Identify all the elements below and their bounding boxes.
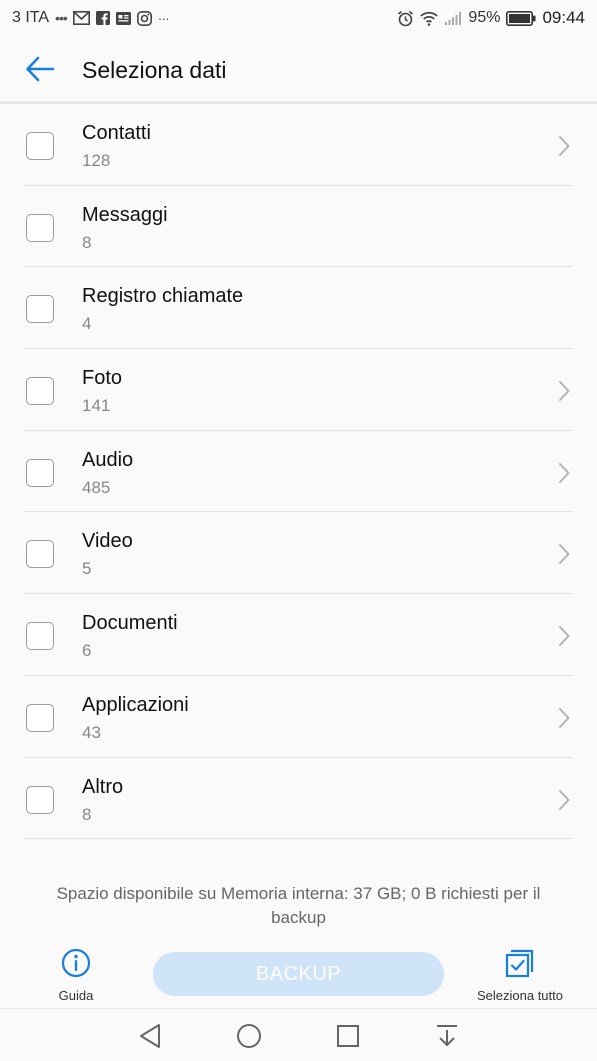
- chevron-right-icon[interactable]: [556, 625, 572, 647]
- guide-button[interactable]: Guida: [40, 948, 112, 1003]
- select-all-label: Seleziona tutto: [476, 988, 563, 1003]
- list-item[interactable]: Altro 8: [0, 758, 597, 840]
- item-count: 43: [82, 722, 101, 742]
- list-item[interactable]: Registro chiamate 4: [0, 267, 597, 350]
- item-label: Documenti: [82, 612, 178, 635]
- list-item[interactable]: Documenti 6: [0, 594, 597, 676]
- backup-button[interactable]: BACKUP: [153, 952, 444, 996]
- checkbox[interactable]: [26, 295, 54, 324]
- list-item[interactable]: Applicazioni 43: [0, 676, 597, 758]
- item-label: Messaggi: [82, 203, 168, 226]
- clock: 09:44: [542, 8, 585, 27]
- chevron-right-icon[interactable]: [556, 789, 572, 811]
- news-icon: [115, 10, 131, 26]
- bottom-toolbar: Guida BACKUP Seleziona tutto: [0, 942, 597, 1008]
- checkbox[interactable]: [26, 377, 54, 406]
- storage-info: Spazio disponibile su Memoria interna: 3…: [56, 884, 541, 927]
- nav-back-button[interactable]: [135, 1021, 165, 1051]
- item-count: 128: [82, 151, 111, 170]
- item-label: Audio: [82, 448, 134, 471]
- list-item[interactable]: Video 5: [0, 512, 597, 595]
- chevron-right-icon[interactable]: [556, 135, 572, 157]
- list-item[interactable]: Foto 141: [0, 349, 597, 431]
- more-icon: ···: [157, 10, 170, 26]
- pull-down-icon: [437, 1025, 457, 1046]
- chevron-right-icon[interactable]: [556, 462, 572, 484]
- facebook-icon: [95, 10, 110, 26]
- triangle-back-icon: [140, 1024, 160, 1048]
- gmail-icon: [72, 10, 90, 26]
- back-button[interactable]: [22, 54, 58, 84]
- status-bar: 3 ITA ••• ··· 95% 09:44: [0, 0, 597, 36]
- chevron-right-icon[interactable]: [556, 380, 572, 402]
- checkbox[interactable]: [26, 540, 54, 569]
- nav-notifications-button[interactable]: [432, 1021, 462, 1051]
- arrow-left-icon: [26, 56, 55, 82]
- item-label: Applicazioni: [82, 693, 189, 716]
- item-count: 8: [82, 232, 92, 252]
- navigation-bar: [0, 1008, 597, 1061]
- checkbox[interactable]: [26, 458, 54, 487]
- select-all-button[interactable]: Seleziona tutto: [468, 948, 572, 1003]
- circle-home-icon: [237, 1024, 261, 1048]
- battery-icon: [506, 10, 536, 26]
- alarm-icon: [397, 10, 414, 26]
- instagram-icon: [136, 10, 152, 26]
- app-bar: Seleziona dati: [0, 36, 597, 102]
- info-icon: [61, 948, 91, 978]
- signal-icon: [444, 10, 462, 26]
- list-divider: [24, 838, 573, 840]
- select-all-icon: [505, 949, 534, 978]
- item-label: Altro: [82, 775, 124, 798]
- guide-label: Guida: [58, 988, 94, 1003]
- item-count: 4: [82, 314, 92, 334]
- status-right: 95% 09:44: [397, 8, 585, 28]
- battery-percent: 95%: [468, 9, 501, 26]
- signal-dots-icon: •••: [55, 10, 68, 26]
- carrier-label: 3 ITA: [12, 9, 50, 26]
- item-count: 8: [82, 804, 92, 824]
- chevron-right-icon[interactable]: [556, 543, 572, 565]
- nav-home-button[interactable]: [234, 1021, 264, 1051]
- square-recents-icon: [337, 1025, 359, 1047]
- checkbox[interactable]: [26, 132, 54, 160]
- item-label: Video: [82, 530, 133, 553]
- nav-recents-button[interactable]: [333, 1021, 363, 1051]
- chevron-right-icon[interactable]: [556, 707, 572, 729]
- item-count: 6: [82, 641, 92, 661]
- page-title: Seleziona dati: [82, 57, 227, 83]
- item-label: Contatti: [82, 122, 151, 144]
- wifi-icon: [420, 10, 439, 26]
- checkbox[interactable]: [26, 622, 54, 651]
- list-item[interactable]: Messaggi 8: [0, 186, 597, 268]
- item-label: Foto: [82, 367, 123, 390]
- item-label: Registro chiamate: [82, 285, 244, 308]
- item-count: 141: [82, 396, 111, 416]
- data-category-list: Contatti 128 Messaggi 8 Registro chiamate 4 Fo…: [0, 104, 597, 840]
- item-count: 485: [82, 477, 111, 497]
- status-left: 3 ITA ••• ···: [12, 9, 170, 27]
- list-item[interactable]: Audio 485: [0, 431, 597, 513]
- item-count: 5: [82, 559, 92, 579]
- checkbox[interactable]: [26, 785, 54, 814]
- checkbox[interactable]: [26, 213, 54, 242]
- checkbox[interactable]: [26, 703, 54, 732]
- list-item[interactable]: Contatti 128: [0, 104, 597, 186]
